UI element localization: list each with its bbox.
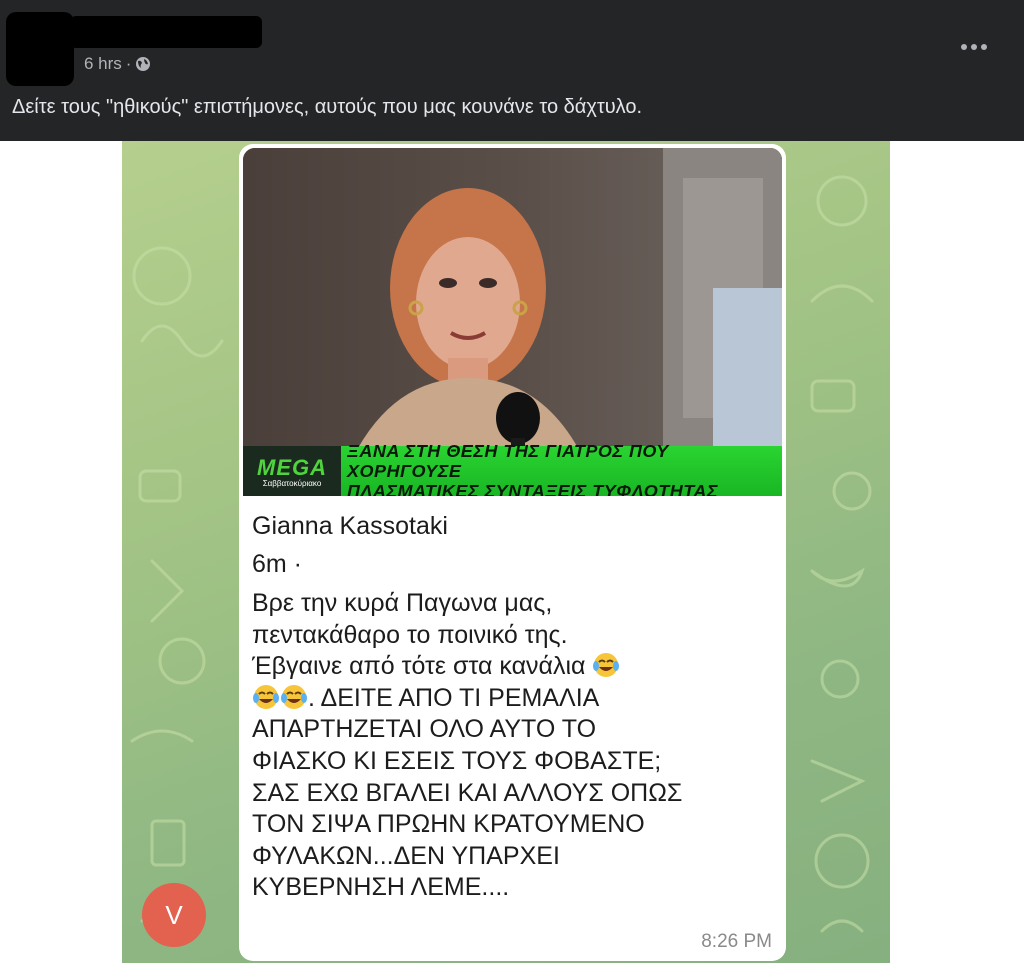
message-line-10: ΚΥΒΕΡΝΗΣΗ ΛΕΜΕ....: [252, 873, 510, 902]
meta-separator: ·: [125, 54, 132, 73]
message-line-4: . ΔΕΙΤΕ ΑΠΟ ΤΙ ΡΕΜΑΛΙΑ: [252, 683, 752, 715]
message-line-3-text: Έβγαινε από τότε στα κανάλια: [252, 652, 586, 681]
message-timestamp: 8:26 PM: [701, 931, 772, 952]
chat-message-bubble: MEGA Σαββατοκύριακο ΞΑΝΑ ΣΤΗ ΘΕΣΗ ΤΗΣ ΓΙ…: [239, 144, 786, 961]
ticker-line-2: ΠΛΑΣΜΑΤΙΚΕΣ ΣΥΝΤΑΞΕΙΣ ΤΥΦΛΟΤΗΤΑΣ: [347, 481, 718, 496]
post-caption: Δείτε τους "ηθικούς" επιστήμονες, αυτούς…: [12, 96, 643, 118]
sender-avatar: V: [142, 883, 206, 947]
tears-of-joy-emoji-icon: [281, 684, 307, 709]
message-line-4-text: . ΔΕΙΤΕ ΑΠΟ ΤΙ ΡΕΜΑΛΙΑ: [308, 683, 600, 712]
channel-logo: MEGA Σαββατοκύριακο: [243, 446, 341, 496]
tears-of-joy-emoji-icon: [593, 653, 620, 678]
post-meta: 6 hrs ·: [84, 54, 151, 74]
more-options-icon: [961, 44, 987, 50]
ticker-line-1: ΞΑΝΑ ΣΤΗ ΘΕΣΗ ΤΗΣ ΓΙΑΤΡΟΣ ΠΟΥ ΧΟΡΗΓΟΥΣΕ: [347, 441, 669, 481]
ticker-headline: ΞΑΝΑ ΣΤΗ ΘΕΣΗ ΤΗΣ ΓΙΑΤΡΟΣ ΠΟΥ ΧΟΡΗΓΟΥΣΕ …: [341, 441, 782, 496]
message-line-7: ΣΑΣ ΕΧΩ ΒΓΑΛΕΙ ΚΑΙ ΑΛΛΟΥΣ ΟΠΩΣ: [252, 778, 683, 807]
message-line-8: ΤΟΝ ΣΙΨΑ ΠΡΩΗΝ ΚΡΑΤΟΥΜΕΝΟ: [252, 810, 645, 839]
globe-icon[interactable]: [135, 56, 151, 72]
message-line-1: Βρε την κυρά Παγωνα μας,: [252, 589, 553, 617]
message-time-ago: 6m ·: [252, 550, 302, 578]
tears-of-joy-emoji-icon: [253, 684, 279, 709]
redacted-profile-picture[interactable]: [6, 12, 74, 86]
message-line-9: ΦΥΛΑΚΩΝ...ΔΕΝ ΥΠΑΡΧΕΙ: [252, 841, 560, 870]
more-options-button[interactable]: [954, 30, 994, 64]
message-author: Gianna Kassotaki: [252, 512, 448, 540]
redacted-author-name[interactable]: [70, 16, 262, 48]
channel-logo-sub: Σαββατοκύριακο: [262, 478, 322, 488]
post-header: 6 hrs · Δείτε τους "ηθικούς" επιστήμονες…: [0, 0, 1024, 141]
post-timestamp[interactable]: 6 hrs: [84, 54, 122, 74]
message-line-2: πεντακάθαρο το ποινικό της.: [252, 620, 568, 649]
tv-news-screenshot: MEGA Σαββατοκύριακο ΞΑΝΑ ΣΤΗ ΘΕΣΗ ΤΗΣ ΓΙ…: [243, 148, 782, 496]
channel-logo-text: MEGA: [257, 454, 327, 480]
message-body: Βρε την κυρά Παγωνα μας, πεντακάθαρο το …: [252, 588, 752, 904]
news-ticker: MEGA Σαββατοκύριακο ΞΑΝΑ ΣΤΗ ΘΕΣΗ ΤΗΣ ΓΙ…: [243, 441, 782, 496]
message-line-3: Έβγαινε από τότε στα κανάλια: [252, 651, 752, 683]
post-photo[interactable]: MEGA Σαββατοκύριακο ΞΑΝΑ ΣΤΗ ΘΕΣΗ ΤΗΣ ΓΙ…: [122, 141, 890, 963]
message-line-5: ΑΠΑΡΤΗΖΕΤΑΙ ΟΛΟ ΑΥΤΟ ΤΟ: [252, 715, 597, 744]
message-line-6: ΦΙΑΣΚΟ ΚΙ ΕΣΕΙΣ ΤΟΥΣ ΦΟΒΑΣΤΕ;: [252, 746, 662, 775]
